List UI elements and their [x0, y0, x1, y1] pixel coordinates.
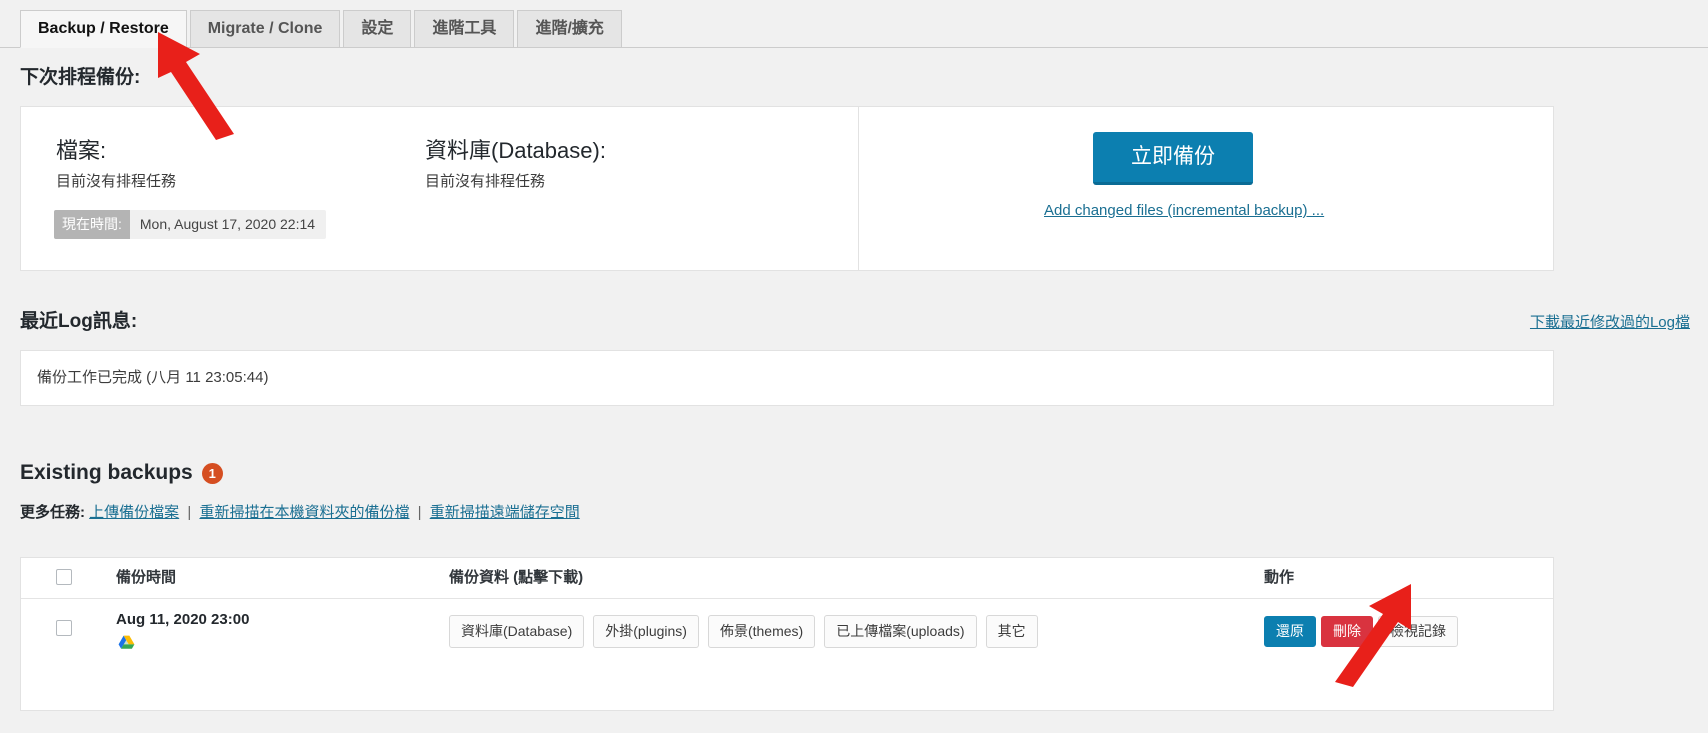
row-actions-group: 還原 刪除 檢視記錄	[1264, 616, 1458, 647]
recent-log-heading: 最近Log訊息:	[20, 311, 138, 332]
entity-button-uploads[interactable]: 已上傳檔案(uploads)	[824, 615, 977, 648]
tab-migrate-clone[interactable]: Migrate / Clone	[189, 10, 341, 48]
tab-settings[interactable]: 設定	[343, 10, 412, 48]
next-scheduled-backup-heading: 下次排程備份:	[20, 67, 141, 88]
restore-button[interactable]: 還原	[1264, 616, 1316, 647]
entity-button-others[interactable]: 其它	[985, 615, 1038, 648]
tab-advanced-tools[interactable]: 進階工具	[414, 10, 515, 48]
tab-premium-extensions[interactable]: 進階/擴充	[517, 10, 622, 48]
column-header-backup-time: 備份時間	[116, 569, 177, 586]
tab-label: Migrate / Clone	[207, 19, 323, 37]
tab-label: Backup / Restore	[38, 19, 169, 37]
current-time-label: 現在時間:	[54, 210, 130, 239]
backup-entities-group: 資料庫(Database) 外掛(plugins) 佈景(themes) 已上傳…	[449, 615, 1038, 648]
files-schedule-title: 檔案:	[56, 138, 107, 163]
updraftplus-backup-restore-page: Backup / Restore Migrate / Clone 設定 進階工具…	[0, 0, 1708, 733]
tab-label: 進階工具	[432, 19, 497, 37]
row-select-checkbox[interactable]	[56, 620, 72, 636]
select-all-checkbox[interactable]	[56, 569, 72, 585]
current-time-value: Mon, August 17, 2020 22:14	[139, 216, 316, 232]
entity-button-plugins[interactable]: 外掛(plugins)	[593, 615, 699, 648]
backup-now-button[interactable]: 立即備份	[1093, 132, 1253, 185]
more-tasks-row: 更多任務: 上傳備份檔案 | 重新掃描在本機資料夾的備份檔 | 重新掃描遠端儲存…	[20, 503, 580, 523]
backup-timestamp: Aug 11, 2020 23:00	[116, 611, 250, 628]
database-schedule-title: 資料庫(Database):	[425, 138, 606, 163]
upload-backup-files-link[interactable]: 上傳備份檔案	[89, 504, 179, 521]
entity-button-database[interactable]: 資料庫(Database)	[449, 615, 585, 648]
tab-backup-restore[interactable]: Backup / Restore	[20, 10, 187, 48]
tab-strip: Backup / Restore Migrate / Clone 設定 進階工具…	[20, 10, 622, 48]
existing-backups-title: Existing backups	[20, 461, 193, 484]
schedule-panel: 檔案: 目前沒有排程任務 資料庫(Database): 目前沒有排程任務 現在時…	[20, 106, 1554, 271]
more-tasks-separator: |	[187, 504, 192, 521]
entity-button-themes[interactable]: 佈景(themes)	[707, 615, 816, 648]
log-message: 備份工作已完成 (八月 11 23:05:44)	[37, 369, 269, 386]
current-time-badge: 現在時間: Mon, August 17, 2020 22:14	[54, 210, 327, 239]
rescan-local-folder-link[interactable]: 重新掃描在本機資料夾的備份檔	[199, 504, 409, 521]
existing-backups-count-badge: 1	[201, 462, 223, 484]
download-latest-log-link[interactable]: 下載最近修改過的Log檔	[1530, 313, 1690, 333]
table-header-row: 備份時間 備份資料 (點擊下載) 動作	[21, 558, 1553, 599]
tab-bar: Backup / Restore Migrate / Clone 設定 進階工具…	[0, 0, 1708, 48]
column-header-actions: 動作	[1264, 569, 1295, 586]
column-header-backup-data: 備份資料 (點擊下載)	[449, 569, 584, 586]
files-schedule-status: 目前沒有排程任務	[56, 173, 177, 190]
table-row: Aug 11, 2020 23:00 資料庫(Database) 外掛(plug…	[21, 599, 1553, 661]
existing-backups-heading: Existing backups 1	[20, 460, 223, 486]
google-drive-icon	[118, 635, 135, 649]
database-schedule-status: 目前沒有排程任務	[425, 173, 546, 190]
incremental-backup-link[interactable]: Add changed files (incremental backup) .…	[1044, 201, 1324, 221]
more-tasks-label: 更多任務:	[20, 504, 85, 521]
panel-divider	[858, 107, 859, 270]
view-log-button[interactable]: 檢視記錄	[1378, 616, 1458, 647]
more-tasks-separator: |	[417, 504, 422, 521]
log-panel: 備份工作已完成 (八月 11 23:05:44)	[20, 350, 1554, 406]
rescan-remote-storage-link[interactable]: 重新掃描遠端儲存空間	[430, 504, 580, 521]
delete-button[interactable]: 刪除	[1321, 616, 1373, 647]
tab-label: 進階/擴充	[535, 19, 604, 37]
existing-backups-table: 備份時間 備份資料 (點擊下載) 動作 Aug 11, 2020 23:00 資…	[20, 557, 1554, 711]
tab-label: 設定	[361, 19, 394, 37]
